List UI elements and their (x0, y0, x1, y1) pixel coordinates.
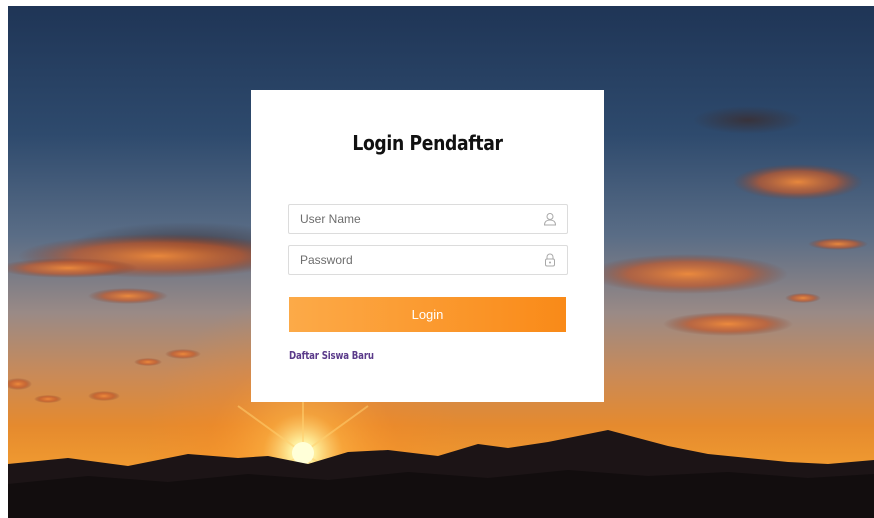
login-title: Login Pendaftar (352, 131, 503, 155)
user-icon (543, 213, 557, 226)
username-field[interactable] (288, 204, 568, 234)
register-student-link[interactable]: Daftar Siswa Baru (289, 350, 374, 362)
login-button[interactable]: Login (289, 297, 566, 332)
login-card: Login Pendaftar Login Daftar Siswa Baru (251, 90, 604, 402)
password-input[interactable] (289, 246, 567, 274)
lock-icon (545, 253, 555, 267)
page-frame: Login Pendaftar Login Daftar Siswa Baru (8, 6, 874, 518)
password-field[interactable] (288, 245, 568, 275)
username-input[interactable] (289, 205, 567, 233)
